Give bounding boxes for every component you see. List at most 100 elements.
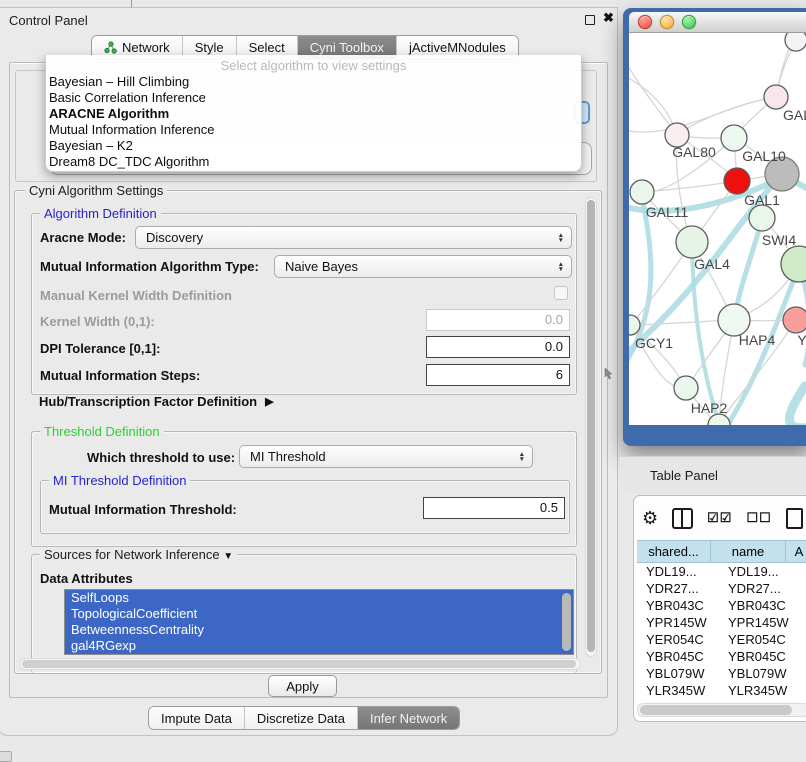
network-node[interactable] xyxy=(785,33,806,51)
network-canvas[interactable]: GALGAL80GAL10GAL1GAL11SWI4GAL4GCY1HAP4YH… xyxy=(629,33,806,425)
aracne-mode-label: Aracne Mode: xyxy=(40,230,126,245)
apply-button[interactable]: Apply xyxy=(268,675,337,697)
split-view-icon[interactable] xyxy=(672,508,693,529)
table-cell: YDR27... xyxy=(637,580,719,597)
attribute-item-selected[interactable]: BetweennessCentrality xyxy=(65,622,573,638)
tab-jactivemnodules-label: jActiveMNodules xyxy=(409,40,506,55)
table-row[interactable]: YDR27...YDR27...12 xyxy=(637,580,806,597)
network-node[interactable] xyxy=(630,180,654,204)
algorithm-list: Bayesian – Hill ClimbingBasic Correlatio… xyxy=(46,74,581,170)
algorithm-option[interactable]: Basic Correlation Inference xyxy=(46,90,581,106)
data-attributes-list[interactable]: SelfLoopsTopologicalCoefficientBetweenne… xyxy=(64,589,574,655)
close-panel-icon[interactable]: ✖ xyxy=(603,10,614,26)
node-table: shared... name A YDL19...YDL19...13YDR27… xyxy=(637,540,806,704)
algorithm-option[interactable]: ARACNE Algorithm xyxy=(46,106,581,122)
manual-kernel-width-label: Manual Kernel Width Definition xyxy=(40,288,232,303)
network-node[interactable] xyxy=(764,85,788,109)
select-all-icon[interactable]: ☑☑ xyxy=(707,510,732,526)
network-node[interactable] xyxy=(749,205,775,231)
mi-threshold-label: Mutual Information Threshold: xyxy=(49,502,237,517)
settings-hscroll-thumb[interactable] xyxy=(22,660,576,668)
table-header-row: shared... name A xyxy=(637,540,806,563)
node-label: GAL11 xyxy=(646,204,689,220)
algorithm-option[interactable]: Bayesian – Hill Climbing xyxy=(46,74,581,90)
network-node[interactable] xyxy=(783,307,806,333)
attribute-item-selected[interactable]: SelfLoops xyxy=(65,590,573,606)
control-panel-title: Control Panel xyxy=(9,13,88,28)
table-cell: YLR345W xyxy=(637,682,719,699)
table-row[interactable]: YLR345WYLR345W9. xyxy=(637,682,806,699)
table-row[interactable]: YBR043CYBR043C xyxy=(637,597,806,614)
dpi-tolerance-field[interactable]: 0.0 xyxy=(426,336,570,358)
algorithm-placeholder: Select algorithm to view settings xyxy=(46,55,581,74)
settings-vscroll-thumb[interactable] xyxy=(587,200,595,652)
algorithm-definition-box: Algorithm Definition Aracne Mode: Discov… xyxy=(31,213,577,395)
column-header-name[interactable]: name xyxy=(711,541,786,562)
sources-title[interactable]: Sources for Network Inference ▼ xyxy=(40,547,237,562)
table-rows: YDL19...YDL19...13YDR27...YDR27...12YBR0… xyxy=(637,563,806,704)
column-header-partial[interactable]: A xyxy=(786,541,806,562)
tab-impute-data-label: Impute Data xyxy=(161,711,232,726)
table-cell: YLR345W xyxy=(719,682,802,699)
mi-threshold-box-title: MI Threshold Definition xyxy=(49,473,190,488)
table-row[interactable]: YDL19...YDL19...13 xyxy=(637,563,806,580)
algorithm-option[interactable]: Bayesian – K2 xyxy=(46,138,581,154)
tab-infer-network[interactable]: Infer Network xyxy=(358,707,459,729)
mi-steps-label: Mutual Information Steps: xyxy=(40,368,200,383)
table-cell: YBR045C xyxy=(719,648,802,665)
float-window-icon[interactable] xyxy=(585,15,595,25)
table-panel: ⚙ ☑☑ ☐☐ shared... name A YDL19...YDL19..… xyxy=(633,495,806,722)
table-row[interactable]: YER054CYER054C8. xyxy=(637,631,806,648)
tab-impute-data[interactable]: Impute Data xyxy=(149,707,245,729)
network-node[interactable] xyxy=(781,246,806,282)
mi-threshold-field[interactable]: 0.5 xyxy=(423,497,565,519)
table-horizontal-scrollbar[interactable] xyxy=(637,703,806,717)
minimize-window-icon[interactable] xyxy=(660,15,674,29)
algorithm-option[interactable]: Dream8 DC_TDC Algorithm xyxy=(46,154,581,170)
mi-steps-field[interactable]: 6 xyxy=(426,364,570,386)
data-attributes-label: Data Attributes xyxy=(40,571,133,586)
algorithm-dropdown-popup: Select algorithm to view settings Bayesi… xyxy=(45,55,582,172)
attribute-list-scrollbar[interactable] xyxy=(562,593,571,651)
bottom-left-panel-fragment xyxy=(0,751,12,762)
zoom-window-icon[interactable] xyxy=(682,15,696,29)
table-cell: YDL19... xyxy=(637,563,719,580)
top-tick xyxy=(131,0,132,7)
hub-definition-toggle[interactable]: Hub/Transcription Factor Definition ▶ xyxy=(39,394,274,409)
table-row[interactable]: YBR045CYBR045C9. xyxy=(637,648,806,665)
deselect-all-icon[interactable]: ☐☐ xyxy=(746,510,771,526)
mi-algorithm-type-combo[interactable]: Naive Bayes ▲▼ xyxy=(274,255,572,278)
node-label: HAP4 xyxy=(739,332,776,348)
algorithm-option[interactable]: Mutual Information Inference xyxy=(46,122,581,138)
which-threshold-value: MI Threshold xyxy=(250,449,326,464)
combo-spinner-icon: ▲▼ xyxy=(558,262,564,272)
tab-discretize-data-label: Discretize Data xyxy=(257,711,345,726)
threshold-definition-title: Threshold Definition xyxy=(40,424,164,439)
tab-discretize-data[interactable]: Discretize Data xyxy=(245,707,358,729)
settings-vertical-scrollbar[interactable] xyxy=(585,197,597,657)
kernel-width-field[interactable]: 0.0 xyxy=(426,309,570,331)
network-icon xyxy=(104,41,117,54)
table-cell: 8. xyxy=(802,631,806,648)
document-icon[interactable] xyxy=(786,508,803,529)
table-hscroll-thumb[interactable] xyxy=(640,705,792,715)
node-label: GAL80 xyxy=(672,144,716,160)
network-window-titlebar[interactable] xyxy=(629,12,806,33)
aracne-mode-combo[interactable]: Discovery ▲▼ xyxy=(135,226,572,249)
which-threshold-combo[interactable]: MI Threshold ▲▼ xyxy=(239,445,533,468)
manual-kernel-width-checkbox[interactable] xyxy=(554,286,568,300)
network-node[interactable] xyxy=(674,376,698,400)
table-cell: YBR045C xyxy=(637,648,719,665)
table-row[interactable]: YPR145WYPR145W9. xyxy=(637,614,806,631)
column-header-shared-name[interactable]: shared... xyxy=(637,541,711,562)
combo-spinner-icon: ▲▼ xyxy=(519,452,525,462)
table-cell: YER054C xyxy=(719,631,802,648)
network-node[interactable] xyxy=(724,168,750,194)
close-window-icon[interactable] xyxy=(638,15,652,29)
gear-icon[interactable]: ⚙ xyxy=(642,509,658,527)
network-node[interactable] xyxy=(676,226,708,258)
attribute-item-selected[interactable]: gal4RGexp xyxy=(65,638,573,654)
attribute-item-selected[interactable]: TopologicalCoefficient xyxy=(65,606,573,622)
table-row[interactable]: YBL079WYBL079W xyxy=(637,665,806,682)
settings-horizontal-scrollbar[interactable] xyxy=(19,658,581,670)
